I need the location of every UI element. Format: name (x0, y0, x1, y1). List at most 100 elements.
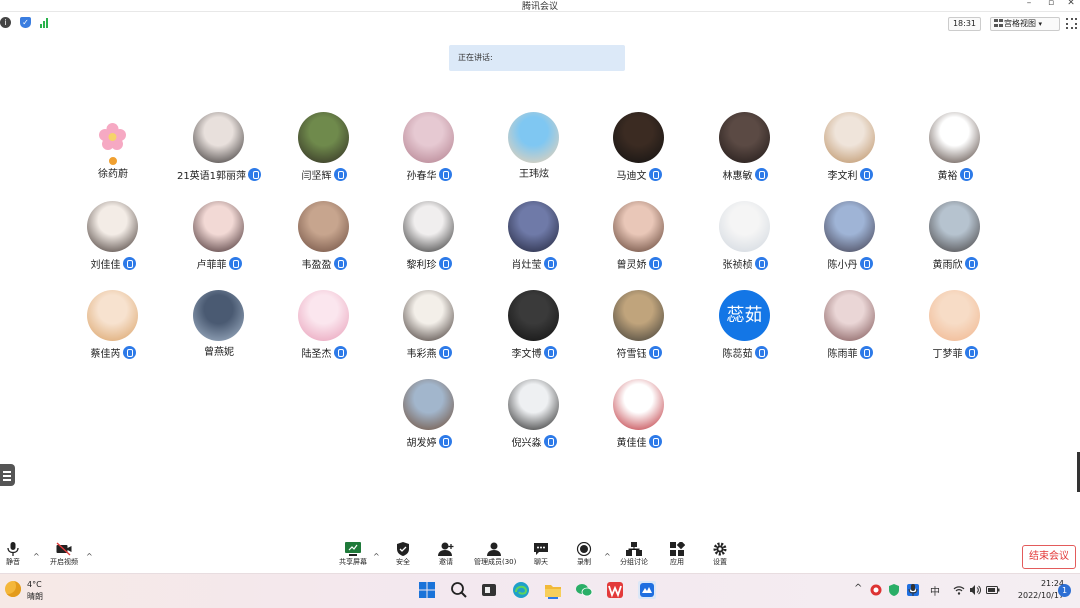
end-meeting-button[interactable]: 结束会议 (1022, 545, 1076, 569)
side-panel-toggle[interactable] (0, 464, 15, 486)
microphone-icon[interactable] (122, 346, 136, 359)
participant-tile[interactable]: 肖灶莹 (482, 201, 586, 283)
microphone-icon[interactable] (333, 346, 347, 359)
tencent-meeting-app-icon[interactable] (638, 581, 656, 599)
microphone-icon[interactable] (438, 168, 452, 181)
microphone-icon[interactable] (648, 168, 662, 181)
record-options-caret[interactable]: ^ (604, 552, 611, 561)
tray-overflow-caret[interactable]: ^ (854, 583, 862, 594)
microphone-icon[interactable] (859, 257, 873, 270)
participant-tile[interactable]: 黄裕 (903, 112, 1007, 194)
participant-tile[interactable]: 李文博 (482, 290, 586, 372)
microphone-icon[interactable] (964, 257, 978, 270)
microphone-icon[interactable] (648, 257, 662, 270)
search-icon[interactable] (450, 581, 468, 599)
participant-tile[interactable]: 黄雨欣 (903, 201, 1007, 283)
invite-button[interactable]: 邀请 (426, 540, 466, 567)
shield-icon[interactable]: ✓ (20, 17, 31, 28)
security-button[interactable]: 安全 (383, 540, 423, 567)
participant-tile[interactable]: 黎利珍 (377, 201, 481, 283)
apps-button[interactable]: 应用 (657, 540, 697, 567)
participant-tile[interactable]: 21英语1郭丽萍 (167, 112, 271, 194)
minimize-icon[interactable]: – (1022, 0, 1036, 8)
tray-app-icon[interactable] (870, 584, 882, 596)
participant-tile[interactable]: 李文利 (798, 112, 902, 194)
participant-tile[interactable]: 胡发婷 (377, 379, 481, 461)
notification-badge[interactable]: 1 (1058, 584, 1071, 597)
wechat-icon[interactable] (575, 581, 593, 599)
participant-tile[interactable]: 符雪钰 (587, 290, 691, 372)
microphone-icon[interactable] (754, 168, 768, 181)
video-options-caret[interactable]: ^ (86, 552, 93, 561)
file-explorer-icon[interactable] (544, 581, 562, 599)
participant-tile[interactable]: 韦盈盈 (272, 201, 376, 283)
participant-tile[interactable]: 刘佳佳 (61, 201, 165, 283)
microphone-icon[interactable] (228, 257, 242, 270)
microphone-icon[interactable] (543, 346, 557, 359)
breakout-rooms-button[interactable]: 分组讨论 (614, 540, 654, 567)
microphone-icon[interactable] (543, 257, 557, 270)
microphone-icon[interactable] (859, 168, 873, 181)
participant-tile[interactable]: 卢菲菲 (167, 201, 271, 283)
record-button[interactable]: 录制 (564, 540, 604, 567)
windows-start-icon[interactable] (418, 581, 436, 599)
participant-tile[interactable]: 陈雨菲 (798, 290, 902, 372)
participant-tile[interactable]: 陆圣杰 (272, 290, 376, 372)
participant-tile[interactable]: 韦彩燕 (377, 290, 481, 372)
taskbar-clock[interactable]: 21:24 2022/10/17 (1004, 578, 1064, 602)
participant-tile[interactable]: 闫坚辉 (272, 112, 376, 194)
participant-tile[interactable]: 林惠敏 (693, 112, 797, 194)
microphone-icon[interactable] (648, 435, 662, 448)
microphone-icon[interactable] (248, 168, 262, 181)
info-icon[interactable]: i (0, 17, 11, 28)
tray-microphone-icon[interactable] (908, 584, 918, 596)
participant-tile[interactable]: 倪兴淼 (482, 379, 586, 461)
microphone-icon[interactable] (122, 257, 136, 270)
microphone-icon[interactable] (543, 435, 557, 448)
microphone-icon[interactable] (959, 168, 973, 181)
restore-icon[interactable]: ▫ (1044, 0, 1058, 8)
manage-members-button[interactable]: 管理成员(30) (474, 540, 516, 567)
ime-indicator[interactable]: 中 (930, 583, 940, 598)
microphone-icon[interactable] (438, 435, 452, 448)
participant-tile[interactable]: 蕊茹 陈蕊茹 (693, 290, 797, 372)
participant-tile[interactable]: 徐药蔚 (61, 112, 165, 194)
microphone-icon[interactable] (648, 346, 662, 359)
participant-tile[interactable]: 丁梦菲 (903, 290, 1007, 372)
participant-tile[interactable]: 黄佳佳 (587, 379, 691, 461)
edge-browser-icon[interactable] (512, 581, 530, 599)
participant-tile[interactable]: 陈小丹 (798, 201, 902, 283)
microphone-icon[interactable] (333, 257, 347, 270)
microphone-icon[interactable] (438, 346, 452, 359)
task-view-icon[interactable] (480, 581, 498, 599)
view-mode-button[interactable]: 宫格视图 ▾ (990, 17, 1060, 31)
settings-button[interactable]: 设置 (700, 540, 740, 567)
tray-security-icon[interactable] (888, 584, 900, 596)
volume-icon[interactable] (969, 585, 981, 595)
signal-icon[interactable] (40, 17, 51, 28)
microphone-icon[interactable] (754, 346, 768, 359)
microphone-icon[interactable] (438, 257, 452, 270)
wifi-icon[interactable] (953, 585, 965, 595)
chat-button[interactable]: 聊天 (521, 540, 561, 567)
start-video-button[interactable]: 开启视频 (44, 540, 84, 567)
wps-office-icon[interactable] (606, 581, 624, 599)
participant-tile[interactable]: 曾灵娇 (587, 201, 691, 283)
participant-tile[interactable]: 王玮炫 (482, 112, 586, 194)
share-options-caret[interactable]: ^ (373, 552, 380, 561)
audio-options-caret[interactable]: ^ (33, 552, 40, 561)
battery-icon[interactable] (986, 585, 1000, 595)
share-screen-button[interactable]: 共享屏幕 (333, 540, 373, 567)
mute-button[interactable]: 静音 (0, 540, 33, 567)
microphone-icon[interactable] (859, 346, 873, 359)
participant-tile[interactable]: 马迪文 (587, 112, 691, 194)
close-icon[interactable]: ✕ (1064, 0, 1078, 8)
fullscreen-icon[interactable] (1066, 18, 1077, 29)
microphone-icon[interactable] (754, 257, 768, 270)
participant-tile[interactable]: 蔡佳芮 (61, 290, 165, 372)
participant-tile[interactable]: 张祯桢 (693, 201, 797, 283)
participant-tile[interactable]: 曾燕妮 (167, 290, 271, 372)
microphone-icon[interactable] (333, 168, 347, 181)
microphone-icon[interactable] (964, 346, 978, 359)
participant-tile[interactable]: 孙春华 (377, 112, 481, 194)
